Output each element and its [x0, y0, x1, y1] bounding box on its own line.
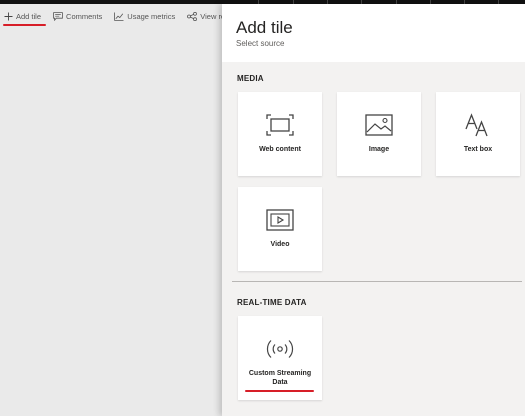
- dashboard-canvas: [0, 28, 222, 416]
- comments-label: Comments: [66, 11, 103, 21]
- realtime-section-label: REAL-TIME DATA: [237, 298, 307, 307]
- comment-icon: [53, 11, 63, 21]
- streaming-icon: [266, 340, 294, 358]
- pane-title: Add tile: [236, 18, 293, 37]
- add-tile-highlight: [3, 24, 46, 26]
- tile-label: Custom Streaming Data: [248, 370, 312, 386]
- tile-custom-streaming-data[interactable]: Custom Streaming Data: [238, 316, 322, 400]
- image-icon: [365, 114, 393, 136]
- usage-metrics-label: Usage metrics: [127, 11, 176, 21]
- video-icon: [266, 209, 294, 231]
- pane-header: Add tile Select source: [222, 4, 525, 62]
- tile-text-box[interactable]: Text box: [436, 92, 520, 176]
- share-icon: [187, 11, 198, 21]
- comments-button[interactable]: Comments: [53, 12, 102, 21]
- add-tile-pane: Add tile Select source MEDIA Web content…: [222, 4, 525, 416]
- media-section-label: MEDIA: [237, 74, 264, 83]
- add-tile-label: Add tile: [16, 11, 42, 21]
- plus-icon: [4, 12, 13, 20]
- text-box-icon: [465, 113, 488, 137]
- pane-subtitle: Select source: [236, 39, 285, 48]
- tile-image[interactable]: Image: [337, 92, 421, 176]
- usage-metrics-button[interactable]: Usage metrics: [114, 12, 175, 21]
- web-content-icon: [266, 114, 294, 136]
- tile-label: Image: [368, 146, 390, 153]
- add-tile-button[interactable]: Add tile: [4, 12, 41, 21]
- custom-streaming-highlight: [245, 390, 314, 392]
- view-related-label: View rela: [200, 11, 222, 21]
- tile-video[interactable]: Video: [238, 187, 322, 271]
- view-related-button[interactable]: View rela: [187, 11, 222, 21]
- chart-icon: [114, 12, 124, 21]
- tile-label: Text box: [463, 146, 493, 153]
- tile-label: Web content: [259, 146, 301, 153]
- tile-label: Video: [270, 241, 290, 248]
- section-divider: [232, 281, 522, 282]
- tile-web-content[interactable]: Web content: [238, 92, 322, 176]
